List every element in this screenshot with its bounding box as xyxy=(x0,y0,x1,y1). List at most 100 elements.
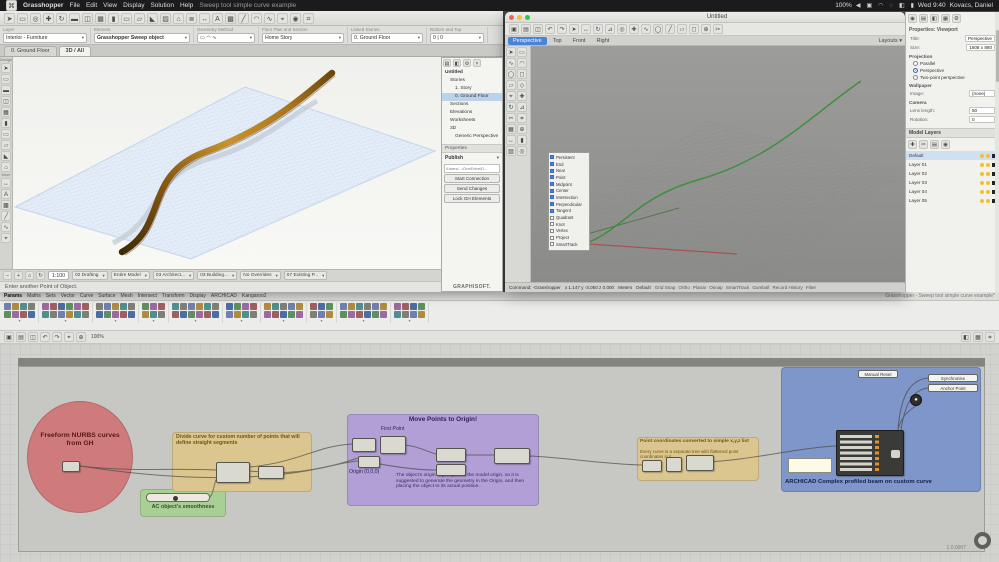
slab-tool-icon[interactable]: ▱ xyxy=(134,13,145,24)
command-line[interactable]: Command: -Grasshopper xyxy=(509,285,561,290)
complex-profiled-beam-node[interactable] xyxy=(836,430,904,476)
line-icon[interactable]: ╱ xyxy=(1,211,11,221)
select-icon[interactable]: ➤ xyxy=(569,24,579,34)
column-tool-icon[interactable]: ▮ xyxy=(108,13,119,24)
component-icon[interactable] xyxy=(418,303,425,310)
toggle-grid-snap[interactable]: Grid Snap xyxy=(655,285,676,290)
surface-icon[interactable]: ▱ xyxy=(677,24,687,34)
component-icon[interactable] xyxy=(96,303,103,310)
new-layer-icon[interactable]: ✚ xyxy=(908,140,917,149)
zoom-icon[interactable]: ◎ xyxy=(617,24,627,34)
gh-tab-maths[interactable]: Maths xyxy=(27,293,41,299)
osnap-smarttrack[interactable]: SmartTrack xyxy=(550,241,588,248)
component-icon[interactable] xyxy=(356,311,363,318)
settings-icon[interactable]: ⚙ xyxy=(463,59,471,67)
arrow-icon[interactable]: ➤ xyxy=(1,63,11,73)
component-icon[interactable] xyxy=(58,303,65,310)
gh-tab-kangaroo2[interactable]: Kangaroo2 xyxy=(242,293,266,299)
component-icon[interactable] xyxy=(104,303,111,310)
arc-tool-icon[interactable]: ◠ xyxy=(251,13,262,24)
component-icon[interactable] xyxy=(50,303,57,310)
osnap-end[interactable]: End xyxy=(550,161,588,168)
gh-tab-display[interactable]: Display xyxy=(190,293,206,299)
component-icon[interactable] xyxy=(96,311,103,318)
osnap-point[interactable]: Point xyxy=(550,174,588,181)
checkbox-project[interactable] xyxy=(550,236,554,240)
target-icon[interactable]: ⌖ xyxy=(64,332,74,342)
gh-tab-vector[interactable]: Vector xyxy=(61,293,75,299)
component-icon[interactable] xyxy=(82,311,89,318)
radio-parallel[interactable]: Parallel xyxy=(906,60,999,67)
grid-icon[interactable]: ⌗ xyxy=(517,113,527,123)
infobox-bottom-and-top[interactable]: Bottom and Top0 | 0▾ xyxy=(430,27,488,43)
wifi-icon[interactable]: ◠ xyxy=(878,3,883,9)
component-icon[interactable] xyxy=(264,303,271,310)
component-icon[interactable] xyxy=(172,311,179,318)
osnap-center[interactable]: Center xyxy=(550,187,588,194)
component-icon[interactable] xyxy=(66,303,73,310)
user-name[interactable]: Kovacs, Daniel xyxy=(950,2,993,9)
component-icon[interactable] xyxy=(326,311,333,318)
curve-icon[interactable]: ∿ xyxy=(506,58,516,68)
osnap-midpoint[interactable]: Midpoint xyxy=(550,181,588,188)
component-icon[interactable] xyxy=(394,311,401,318)
component-icon[interactable] xyxy=(226,311,233,318)
combo-no-overrides[interactable]: No Overrides▾ xyxy=(240,271,281,280)
panel-toggle-icon[interactable]: ◧ xyxy=(961,332,971,342)
osnap-quadrant[interactable]: Quadrant xyxy=(550,214,588,221)
save-doc-icon[interactable]: ◫ xyxy=(28,332,38,342)
ribbon-group-caret[interactable]: ▾ xyxy=(264,319,303,323)
surface-icon[interactable]: ▱ xyxy=(506,80,516,90)
close-icon[interactable]: × xyxy=(473,59,481,67)
component-icon[interactable] xyxy=(234,303,241,310)
polygon-icon[interactable]: ◇ xyxy=(517,80,527,90)
toggle-smarttrack[interactable]: SmartTrack xyxy=(726,285,750,290)
radio-perspective[interactable]: Perspective xyxy=(906,67,999,74)
gh-tab-transform[interactable]: Transform xyxy=(162,293,185,299)
tree-item-untitled[interactable]: Untitled xyxy=(442,69,502,77)
move-icon[interactable]: ↔ xyxy=(581,24,591,34)
redo-icon[interactable]: ↷ xyxy=(52,332,62,342)
object-tool-icon[interactable]: ⌂ xyxy=(173,13,184,24)
layer-lock-icon[interactable] xyxy=(986,163,990,167)
beam-tool-icon[interactable]: ▭ xyxy=(121,13,132,24)
caret-icon[interactable]: ▾ xyxy=(479,35,481,41)
gh-tab-intersect[interactable]: Intersect xyxy=(138,293,157,299)
component-icon[interactable] xyxy=(104,311,111,318)
gh-tab-sets[interactable]: Sets xyxy=(46,293,56,299)
view-tab-3d-all[interactable]: 3D / All xyxy=(59,46,91,56)
connection-button-start-connection[interactable]: Start Connection xyxy=(444,174,500,183)
undo-icon[interactable]: ↶ xyxy=(40,332,50,342)
orbit-tool-icon[interactable]: ↻ xyxy=(56,13,67,24)
component-icon[interactable] xyxy=(296,311,303,318)
gh-tab-surface[interactable]: Surface xyxy=(98,293,115,299)
undo-icon[interactable]: ↶ xyxy=(545,24,555,34)
menu-edit[interactable]: Edit xyxy=(86,2,97,9)
wall-icon[interactable]: ▬ xyxy=(1,85,11,95)
radio-dot-two-point-perspective[interactable] xyxy=(913,75,918,80)
toggle-ortho[interactable]: Ortho xyxy=(678,285,690,290)
menu-display[interactable]: Display xyxy=(123,2,144,9)
component-icon[interactable] xyxy=(204,303,211,310)
component-icon[interactable] xyxy=(242,303,249,310)
smoothness-slider[interactable] xyxy=(146,493,210,502)
anchor-point-button[interactable]: Anchor Point xyxy=(928,384,978,392)
component-icon[interactable] xyxy=(288,311,295,318)
slab-icon[interactable]: ▱ xyxy=(1,140,11,150)
component-icon[interactable] xyxy=(128,311,135,318)
minimize-window-button[interactable] xyxy=(517,15,522,20)
layer-layer-02[interactable]: Layer 02 xyxy=(906,169,999,178)
flatten-node[interactable] xyxy=(666,457,682,472)
circle-icon[interactable]: ◯ xyxy=(506,69,516,79)
marquee-icon[interactable]: ▭ xyxy=(1,74,11,84)
trim-icon[interactable]: ✂ xyxy=(713,24,723,34)
caret-icon[interactable]: ▾ xyxy=(82,35,84,41)
ribbon-group-caret[interactable]: ▾ xyxy=(142,319,165,323)
new-icon[interactable]: ▣ xyxy=(509,24,519,34)
box-icon[interactable]: ◻ xyxy=(689,24,699,34)
divide-curve-node[interactable] xyxy=(216,462,250,483)
zoom-window-button[interactable] xyxy=(525,15,530,20)
rotate-icon[interactable]: ↻ xyxy=(506,102,516,112)
hotspot-tool-icon[interactable]: ⌖ xyxy=(277,13,288,24)
checkbox-end[interactable] xyxy=(550,162,554,166)
